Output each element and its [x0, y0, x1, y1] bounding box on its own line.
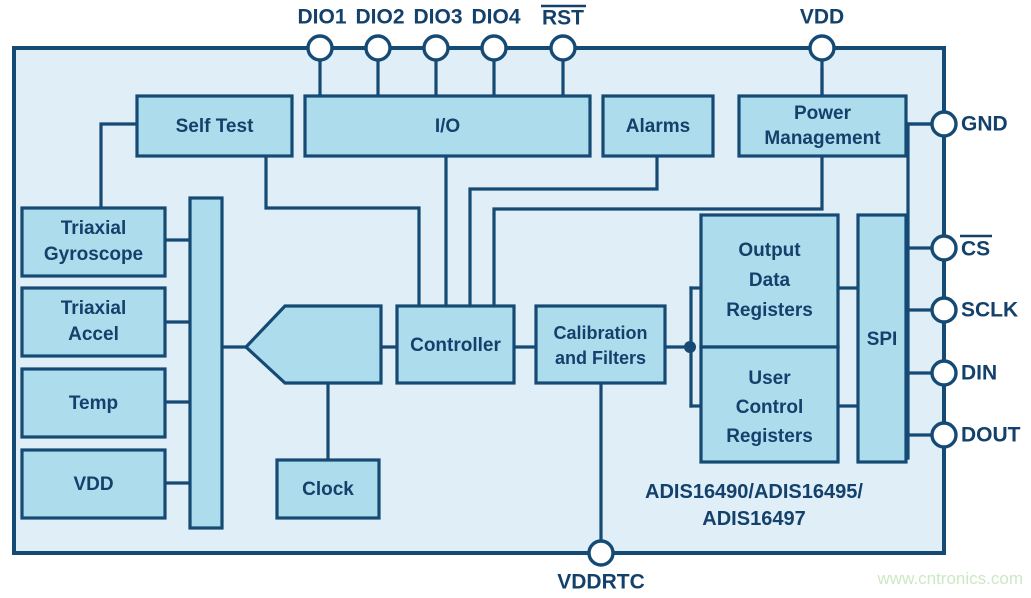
block-controller-label: Controller — [410, 335, 501, 356]
watermark-text: www.cntronics.com — [877, 569, 1023, 588]
block-output-data-registers-label-line1: Output — [738, 240, 801, 261]
pin-din[interactable] — [930, 359, 958, 387]
block-triaxial-gyroscope-label-line2: Gyroscope — [44, 244, 143, 265]
pin-label-sclk: SCLK — [961, 299, 1018, 322]
pin-label-din: DIN — [961, 362, 997, 385]
pin-vddrtc[interactable] — [587, 539, 615, 567]
block-triaxial-accel-label-line1: Triaxial — [61, 298, 127, 319]
pin-vdd[interactable] — [808, 34, 836, 62]
part-number-line2: ADIS16497 — [702, 508, 805, 530]
junction-dot-registers — [684, 341, 696, 353]
block-user-control-registers-label-line2: Control — [736, 397, 804, 418]
pin-label-dio4: DIO4 — [471, 6, 520, 29]
pin-label-rst: RST — [542, 7, 584, 30]
block-sensor-bus — [188, 196, 224, 530]
pin-gnd[interactable] — [930, 110, 958, 138]
block-power-management-label-line1: Power — [794, 103, 852, 124]
block-io-label: I/O — [435, 116, 460, 137]
pin-label-cs: CS — [961, 238, 990, 261]
pin-label-vddrtc: VDDRTC — [557, 571, 645, 594]
block-calibration-label-line1: Calibration — [553, 323, 647, 343]
block-clock-label: Clock — [302, 479, 354, 500]
block-triaxial-gyroscope-label-line1: Triaxial — [61, 218, 127, 239]
pin-dio4[interactable] — [480, 34, 508, 62]
pin-label-dio2: DIO2 — [355, 6, 404, 29]
block-self-test-label: Self Test — [176, 116, 254, 137]
pin-dout[interactable] — [930, 421, 958, 449]
pin-rst[interactable] — [549, 34, 577, 62]
block-calibration-filters[interactable] — [534, 304, 667, 385]
pin-label-dio3: DIO3 — [413, 6, 462, 29]
pin-sclk[interactable] — [930, 296, 958, 324]
block-vdd-sensor-label: VDD — [73, 474, 113, 495]
pin-label-dout: DOUT — [961, 424, 1021, 447]
block-user-control-registers-label-line1: User — [748, 368, 791, 389]
block-temp-label: Temp — [69, 393, 118, 414]
part-number-line1: ADIS16490/ADIS16495/ — [645, 481, 863, 503]
pin-dio2[interactable] — [364, 34, 392, 62]
block-power-management-label-line2: Management — [764, 128, 881, 149]
block-user-control-registers-label-line3: Registers — [726, 426, 813, 447]
pin-cs[interactable] — [930, 234, 958, 262]
pin-dio3[interactable] — [422, 34, 450, 62]
block-diagram-root: Self Test I/O Alarms Power Management Tr… — [0, 0, 1031, 598]
pin-label-vdd: VDD — [800, 6, 844, 29]
block-calibration-label-line2: and Filters — [555, 348, 646, 368]
block-spi-label: SPI — [867, 329, 898, 350]
pin-label-dio1: DIO1 — [297, 6, 346, 29]
block-output-data-registers-label-line3: Registers — [726, 300, 813, 321]
block-diagram-canvas: Self Test I/O Alarms Power Management Tr… — [12, 4, 1023, 594]
block-alarms-label: Alarms — [626, 116, 690, 137]
block-output-data-registers-label-line2: Data — [749, 270, 791, 291]
block-triaxial-accel-label-line2: Accel — [68, 324, 119, 345]
pin-dio1[interactable] — [306, 34, 334, 62]
pin-label-gnd: GND — [961, 113, 1008, 136]
